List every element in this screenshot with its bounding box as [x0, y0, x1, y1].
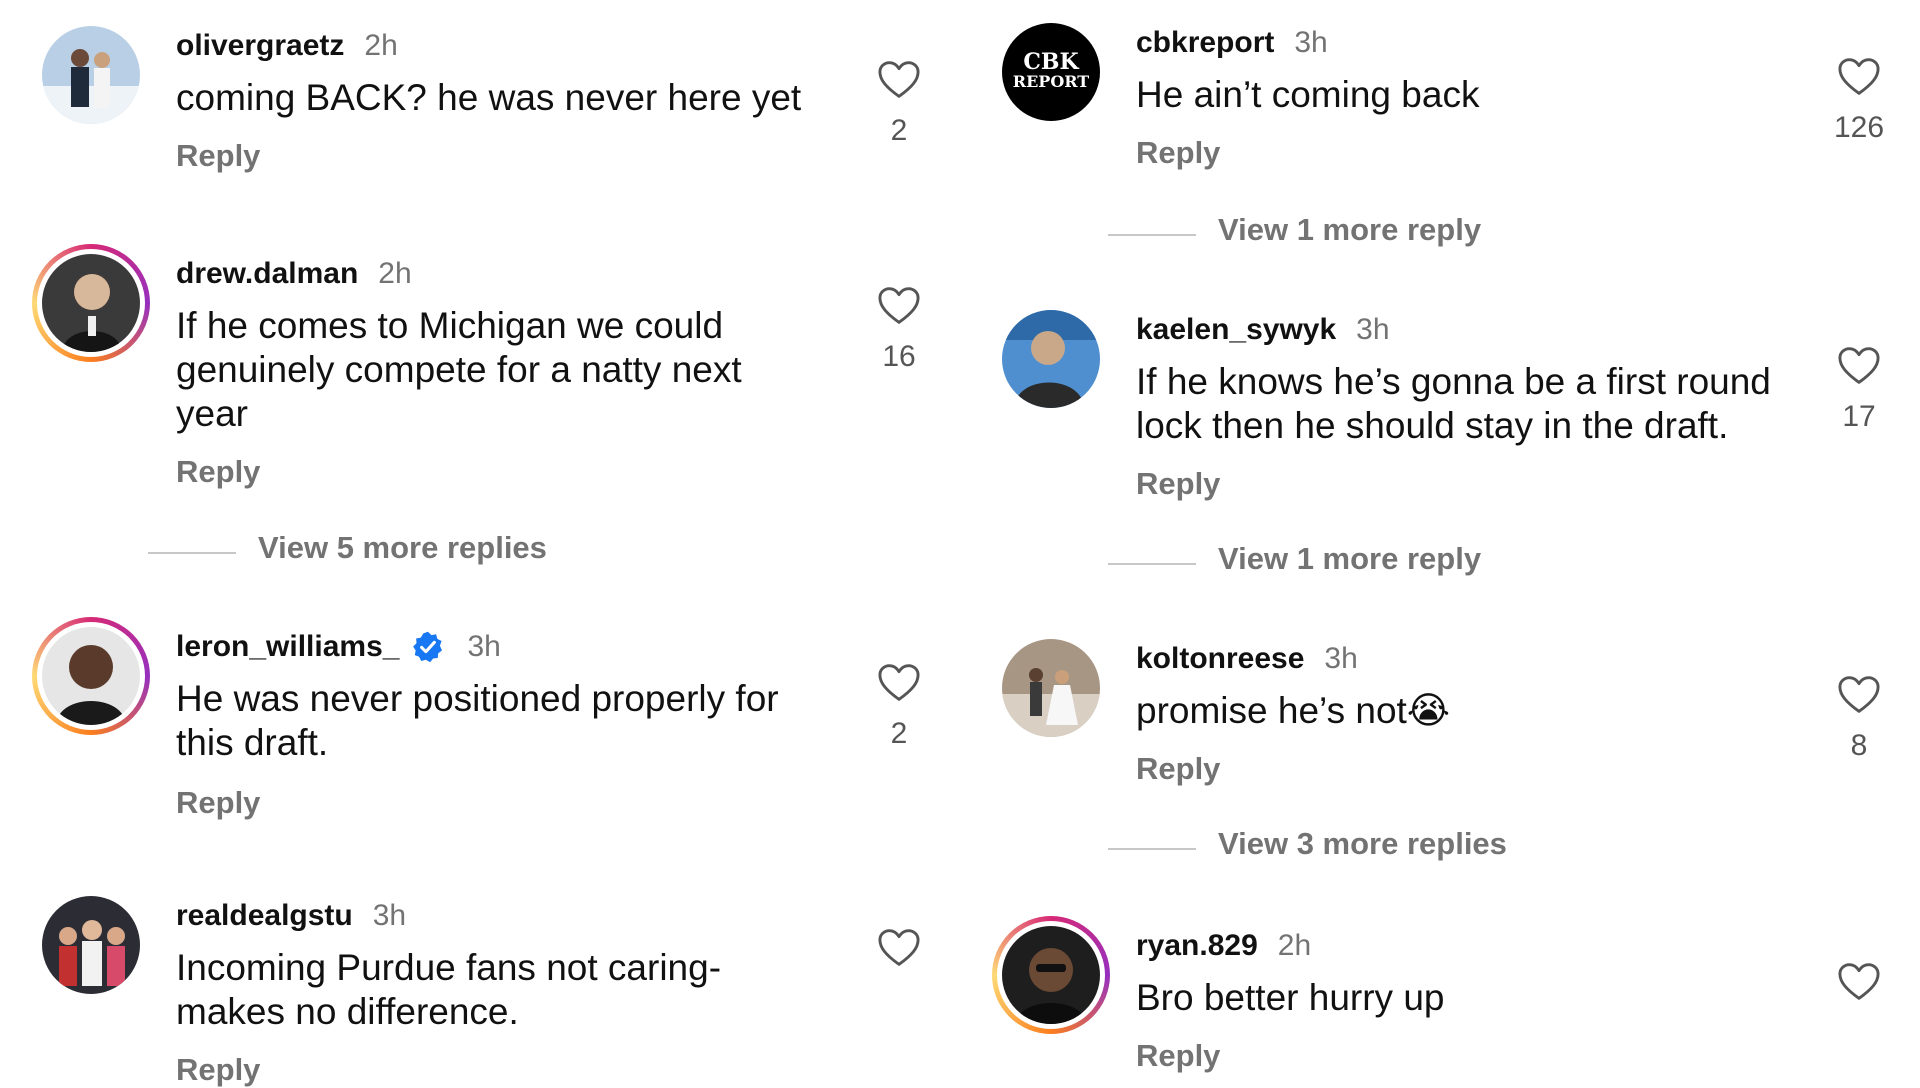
username[interactable]: cbkreport: [1136, 26, 1274, 60]
comment-text: If he knows he’s gonna be a first round …: [1136, 361, 1771, 446]
like-count: 2: [890, 717, 908, 750]
couple-photo-icon: [42, 26, 140, 124]
person-photo-icon: [42, 254, 140, 352]
timestamp: 2h: [378, 257, 412, 290]
comment-header: koltonreese 3h: [1136, 639, 1358, 679]
reply-thread-divider: [1108, 848, 1196, 850]
heart-icon[interactable]: [1837, 962, 1881, 1002]
comment-text: Incoming Purdue fans not caring-makes no…: [176, 947, 722, 1032]
like-group: 16: [868, 286, 930, 374]
comment-header: olivergraetz 2h: [176, 26, 398, 66]
comment-text: If he comes to Michigan we could genuine…: [176, 305, 742, 434]
avatar[interactable]: [32, 617, 150, 735]
avatar[interactable]: CBK REPORT: [1002, 23, 1100, 121]
username[interactable]: olivergraetz: [176, 29, 344, 63]
heart-icon[interactable]: [1837, 57, 1881, 97]
timestamp: 3h: [372, 899, 407, 932]
comment-header: kaelen_sywyk 3h: [1136, 310, 1390, 350]
timestamp: 3h: [467, 630, 501, 663]
like-group: [1828, 962, 1890, 1016]
avatar[interactable]: [992, 916, 1110, 1034]
like-group: [868, 928, 930, 982]
like-count: 8: [1850, 729, 1868, 762]
comment-header: ryan.829 2h: [1136, 926, 1311, 966]
avatar[interactable]: [1002, 639, 1100, 737]
like-count: 126: [1833, 111, 1885, 144]
group-photo-icon: [42, 896, 140, 994]
like-count: 16: [882, 340, 916, 373]
comment-text: promise he’s not😭: [1136, 690, 1451, 731]
reply-thread-divider: [1108, 234, 1196, 236]
logo-line: REPORT: [1013, 72, 1089, 91]
comments-column-left: olivergraetz 2h coming BACK? he was neve…: [0, 0, 960, 1087]
reply-thread-divider: [1108, 563, 1196, 565]
comment-header: leron_williams_ 3h: [176, 627, 501, 667]
like-group: 126: [1828, 57, 1890, 145]
person-photo-icon: [42, 627, 140, 725]
person-photo-icon: [1002, 926, 1100, 1024]
username[interactable]: kaelen_sywyk: [1136, 313, 1336, 347]
like-group: 17: [1828, 346, 1890, 434]
avatar[interactable]: [42, 26, 140, 124]
timestamp: 3h: [1294, 26, 1328, 59]
couple-photo-icon: [1002, 639, 1100, 737]
comment-header: drew.dalman 2h: [176, 254, 412, 294]
username[interactable]: ryan.829: [1136, 929, 1258, 963]
comment-header: realdealgstu 3h: [176, 896, 406, 936]
avatar[interactable]: [1002, 310, 1100, 408]
like-group: 2: [868, 60, 930, 148]
like-count: 17: [1842, 400, 1876, 433]
view-replies-button[interactable]: View 1 more reply: [1218, 541, 1481, 577]
reply-button[interactable]: Reply: [176, 454, 260, 490]
comment-header: cbkreport 3h: [1136, 23, 1328, 63]
like-group: 2: [868, 663, 930, 751]
heart-icon[interactable]: [1837, 675, 1881, 715]
username[interactable]: realdealgstu: [176, 899, 353, 933]
timestamp: 3h: [1324, 642, 1358, 675]
comment-text: Bro better hurry up: [1136, 977, 1445, 1018]
reply-button[interactable]: Reply: [1136, 466, 1220, 502]
username[interactable]: drew.dalman: [176, 257, 358, 291]
like-group: 8: [1828, 675, 1890, 763]
heart-icon[interactable]: [877, 663, 921, 703]
comments-column-right: CBK REPORT cbkreport 3h He ain’t coming …: [960, 0, 1920, 1080]
comment-text: He was never positioned properly for thi…: [176, 678, 779, 763]
timestamp: 3h: [1356, 313, 1390, 346]
reply-button[interactable]: Reply: [1136, 751, 1220, 787]
cbk-report-logo-icon: CBK REPORT: [1002, 23, 1100, 121]
view-replies-button[interactable]: View 5 more replies: [258, 530, 547, 566]
username[interactable]: leron_williams_: [176, 630, 399, 664]
view-replies-button[interactable]: View 3 more replies: [1218, 826, 1507, 862]
avatar[interactable]: [42, 896, 140, 994]
reply-thread-divider: [148, 552, 236, 554]
person-photo-icon: [1002, 310, 1100, 408]
view-replies-button[interactable]: View 1 more reply: [1218, 212, 1481, 248]
reply-button[interactable]: Reply: [1136, 135, 1220, 171]
comment-text: He ain’t coming back: [1136, 74, 1480, 115]
reply-button[interactable]: Reply: [176, 785, 260, 821]
timestamp: 2h: [364, 29, 398, 62]
reply-button[interactable]: Reply: [1136, 1038, 1220, 1074]
reply-button[interactable]: Reply: [176, 1052, 260, 1088]
username[interactable]: koltonreese: [1136, 642, 1304, 676]
reply-button[interactable]: Reply: [176, 138, 260, 174]
like-count: 2: [890, 114, 908, 147]
heart-icon[interactable]: [877, 928, 921, 968]
comment-text: coming BACK? he was never here yet: [176, 77, 802, 118]
heart-icon[interactable]: [877, 60, 921, 100]
timestamp: 2h: [1277, 929, 1312, 962]
avatar[interactable]: [32, 244, 150, 362]
heart-icon[interactable]: [877, 286, 921, 326]
verified-badge-icon: [413, 631, 443, 663]
heart-icon[interactable]: [1837, 346, 1881, 386]
